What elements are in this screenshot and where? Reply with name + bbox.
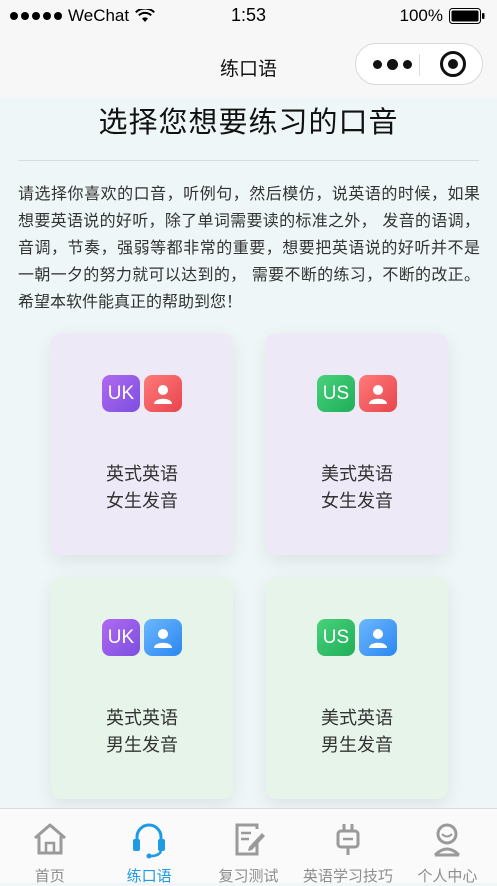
capsule-divider: [419, 54, 420, 76]
edit-icon: [235, 823, 265, 856]
battery-percent: 100%: [399, 6, 443, 25]
intro-text: 请选择你喜欢的口音，听例句，然后模仿，说英语的时候，如果想要英语说的好听，除了单…: [18, 184, 480, 311]
card-accent: 英式英语: [106, 708, 178, 729]
card-voice: 女生发音: [321, 491, 393, 512]
page-title: 选择您想要练习的口音: [98, 105, 399, 139]
female-person-icon: [359, 375, 397, 412]
tab-bar: 首页 练口语 复习测试 英语学习技巧 个人中心: [0, 808, 497, 885]
nav-bar: 练口语: [0, 34, 497, 98]
user-icon: [434, 823, 461, 857]
female-person-icon: [144, 375, 182, 412]
tab-tips[interactable]: 英语学习技巧: [298, 809, 397, 885]
status-bar: WeChat 1:53 100%: [0, 0, 497, 34]
accent-card-us-male[interactable]: US 美式英语 男生发音: [266, 577, 448, 799]
card-voice: 男生发音: [106, 735, 178, 756]
title-divider: [18, 160, 479, 161]
card-voice: 女生发音: [106, 491, 178, 512]
status-right: 100%: [400, 6, 485, 26]
uk-flag-badge: UK: [102, 375, 140, 412]
card-icons: UK: [51, 619, 233, 656]
more-icon[interactable]: [373, 59, 412, 70]
male-person-icon: [359, 619, 397, 656]
card-label: 美式英语 男生发音: [266, 705, 448, 759]
card-icons: US: [266, 619, 448, 656]
close-target-icon[interactable]: [440, 51, 466, 77]
card-label: 英式英语 男生发音: [51, 705, 233, 759]
card-accent: 美式英语: [321, 464, 393, 485]
tab-speaking[interactable]: 练口语: [99, 809, 198, 885]
card-label: 英式英语 女生发音: [51, 461, 233, 515]
card-icons: UK: [51, 375, 233, 412]
card-accent: 美式英语: [321, 708, 393, 729]
tab-profile[interactable]: 个人中心: [398, 809, 497, 885]
tab-home[interactable]: 首页: [0, 809, 99, 885]
home-icon: [33, 823, 66, 855]
accent-card-uk-female[interactable]: UK 英式英语 女生发音: [51, 333, 233, 555]
accent-card-uk-male[interactable]: UK 英式英语 男生发音: [51, 577, 233, 799]
battery-icon: [449, 8, 485, 24]
uk-flag-badge: UK: [102, 619, 140, 656]
accent-card-us-female[interactable]: US 美式英语 女生发音: [266, 333, 448, 555]
male-person-icon: [144, 619, 182, 656]
card-icons: US: [266, 375, 448, 412]
card-voice: 男生发音: [321, 735, 393, 756]
card-accent: 英式英语: [106, 464, 178, 485]
plug-icon: [336, 824, 360, 855]
mini-program-capsule: [355, 43, 483, 85]
card-label: 美式英语 女生发音: [266, 461, 448, 515]
tab-review[interactable]: 复习测试: [199, 809, 298, 885]
us-flag-badge: US: [317, 619, 355, 656]
us-flag-badge: US: [317, 375, 355, 412]
headset-icon: [133, 823, 166, 859]
